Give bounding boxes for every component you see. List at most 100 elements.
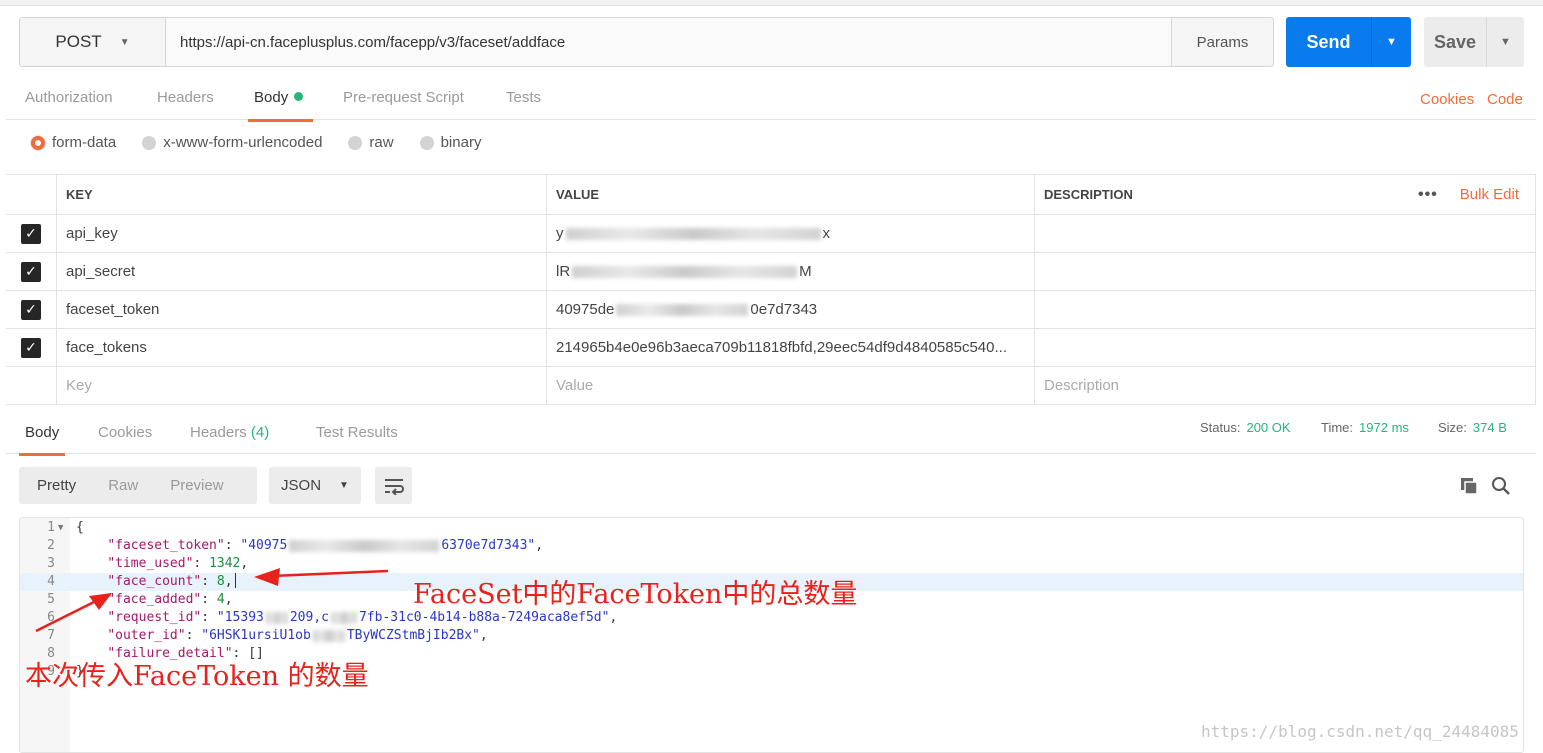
table-row: ✓ api_secret lR M xyxy=(6,253,1536,291)
code-token: { xyxy=(76,520,84,535)
value-start: y xyxy=(556,225,564,242)
tab-authorization[interactable]: Authorization xyxy=(25,89,113,106)
code-token: "face_added" xyxy=(107,592,202,607)
save-button[interactable]: Save ▼ xyxy=(1424,17,1524,67)
status-label: Status: xyxy=(1200,420,1241,435)
code-link[interactable]: Code xyxy=(1487,91,1523,108)
cookies-link[interactable]: Cookies xyxy=(1420,91,1474,108)
radio-urlencoded[interactable]: x-www-form-urlencoded xyxy=(142,134,322,151)
value-cell[interactable]: 214965b4e0e96b3aeca709b11818fbfd,29eec54… xyxy=(546,329,1034,366)
line-number: 5 xyxy=(47,592,55,607)
key-cell[interactable]: faceset_token xyxy=(56,291,546,328)
value-cell[interactable]: 40975de 0e7d7343 xyxy=(546,291,1034,328)
checkbox-checked-icon[interactable]: ✓ xyxy=(21,299,41,320)
copy-icon[interactable] xyxy=(1459,476,1479,496)
wrap-lines-icon xyxy=(384,478,404,495)
response-tab-cookies[interactable]: Cookies xyxy=(98,424,152,441)
description-cell[interactable] xyxy=(1034,329,1536,366)
response-tab-headers[interactable]: Headers (4) xyxy=(190,424,269,441)
code-token: : xyxy=(193,556,210,571)
wrap-lines-button[interactable] xyxy=(375,467,412,504)
code-token: "40975 xyxy=(240,538,288,553)
table-row: ✓ faceset_token 40975de 0e7d7343 xyxy=(6,291,1536,329)
body-indicator-dot-icon xyxy=(294,92,304,101)
code-token: 8 xyxy=(216,574,225,589)
checkbox-checked-icon[interactable]: ✓ xyxy=(21,223,41,244)
code-token: "15393 xyxy=(216,610,264,625)
key-cell[interactable]: api_secret xyxy=(56,253,546,290)
format-select[interactable]: JSON ▼ xyxy=(269,467,361,504)
tab-headers[interactable]: Headers xyxy=(157,89,214,106)
more-options-icon[interactable]: ••• xyxy=(1418,186,1438,204)
row-checkbox-cell: ✓ xyxy=(6,329,56,366)
code-token: : xyxy=(224,538,241,553)
url-input[interactable]: https://api-cn.faceplusplus.com/facepp/v… xyxy=(166,18,1171,66)
code-token: : xyxy=(201,592,217,607)
value-end: x xyxy=(822,225,831,242)
view-raw-button[interactable]: Raw xyxy=(94,477,152,494)
code-token: , xyxy=(240,556,249,571)
face-count-annotation: FaceSet中的FaceToken中的总数量 xyxy=(413,579,858,610)
value-cell[interactable]: yx xyxy=(546,215,1034,252)
send-button[interactable]: Send ▼ xyxy=(1286,17,1411,67)
key-cell[interactable]: face_tokens xyxy=(56,329,546,366)
header-value: VALUE xyxy=(546,175,1034,214)
redacted-blur xyxy=(312,629,345,642)
size-value: 374 B xyxy=(1472,420,1507,435)
params-label: Params xyxy=(1196,33,1249,51)
checkbox-checked-icon[interactable]: ✓ xyxy=(21,261,41,282)
description-cell[interactable] xyxy=(1034,291,1536,328)
radio-binary[interactable]: binary xyxy=(419,134,481,151)
row-checkbox-cell: ✓ xyxy=(6,215,56,252)
view-preview-button[interactable]: Preview xyxy=(152,477,241,494)
save-dropdown-chevron-icon[interactable]: ▼ xyxy=(1486,17,1524,67)
fold-toggle-icon[interactable]: ▼ xyxy=(58,519,63,537)
new-value-input[interactable]: Value xyxy=(546,367,1034,404)
view-pretty-button[interactable]: Pretty xyxy=(19,477,94,494)
send-dropdown-chevron-icon[interactable]: ▼ xyxy=(1371,17,1411,67)
code-token: "time_used" xyxy=(107,556,194,571)
value-cell[interactable]: lR M xyxy=(546,253,1034,290)
key-cell[interactable]: api_key xyxy=(56,215,546,252)
line-number: 1 xyxy=(47,520,55,535)
watermark: https://blog.csdn.net/qq_24484085 xyxy=(1201,722,1519,741)
header-description-label: DESCRIPTION xyxy=(1044,187,1133,202)
header-description: DESCRIPTION ••• Bulk Edit xyxy=(1034,175,1536,214)
bulk-edit-link[interactable]: Bulk Edit xyxy=(1460,186,1519,203)
code-token: , xyxy=(479,628,488,643)
code-token: 4 xyxy=(216,592,225,607)
checkbox-checked-icon[interactable]: ✓ xyxy=(21,337,41,358)
tab-body[interactable]: Body xyxy=(247,89,314,122)
redacted-blur xyxy=(331,611,357,624)
response-view-switch: Pretty Raw Preview xyxy=(19,467,257,504)
table-row-new: Key Value Description xyxy=(6,367,1536,405)
params-button[interactable]: Params xyxy=(1171,18,1273,66)
code-line: 2 "faceset_token": "40975 6370e7d7343", xyxy=(20,537,1523,555)
search-icon[interactable] xyxy=(1491,476,1511,496)
description-cell[interactable] xyxy=(1034,215,1536,252)
code-text: "time_used": 1342, xyxy=(76,555,248,573)
code-token: , xyxy=(535,538,544,553)
text-cursor xyxy=(234,573,236,588)
redacted-blur xyxy=(265,611,288,624)
tab-tests[interactable]: Tests xyxy=(506,89,541,106)
method-select[interactable]: POST ▼ xyxy=(20,18,166,66)
value-end: 0e7d7343 xyxy=(750,301,818,318)
new-description-input[interactable]: Description xyxy=(1034,367,1536,404)
description-cell[interactable] xyxy=(1034,253,1536,290)
code-text: "request_id": "15393 209,c 7fb-31c0-4b14-b… xyxy=(76,609,617,627)
code-token: "outer_id" xyxy=(107,628,186,643)
new-key-input[interactable]: Key xyxy=(56,367,546,404)
tab-prerequest-script[interactable]: Pre-request Script xyxy=(343,89,464,106)
radio-form-data[interactable]: form-data xyxy=(31,134,116,151)
response-tab-body[interactable]: Body xyxy=(18,424,66,456)
header-key: KEY xyxy=(56,175,546,214)
response-body-editor[interactable]: 1 ▼ {2 "faceset_token": "40975 6370e7d7343"… xyxy=(19,517,1524,753)
radio-raw[interactable]: raw xyxy=(348,134,394,151)
line-number: 2 xyxy=(47,538,55,553)
code-line: 7 "outer_id": "6HSK1ursiU1ob TByWCZStmBjI… xyxy=(20,627,1523,645)
response-tab-test-results[interactable]: Test Results xyxy=(316,424,398,441)
